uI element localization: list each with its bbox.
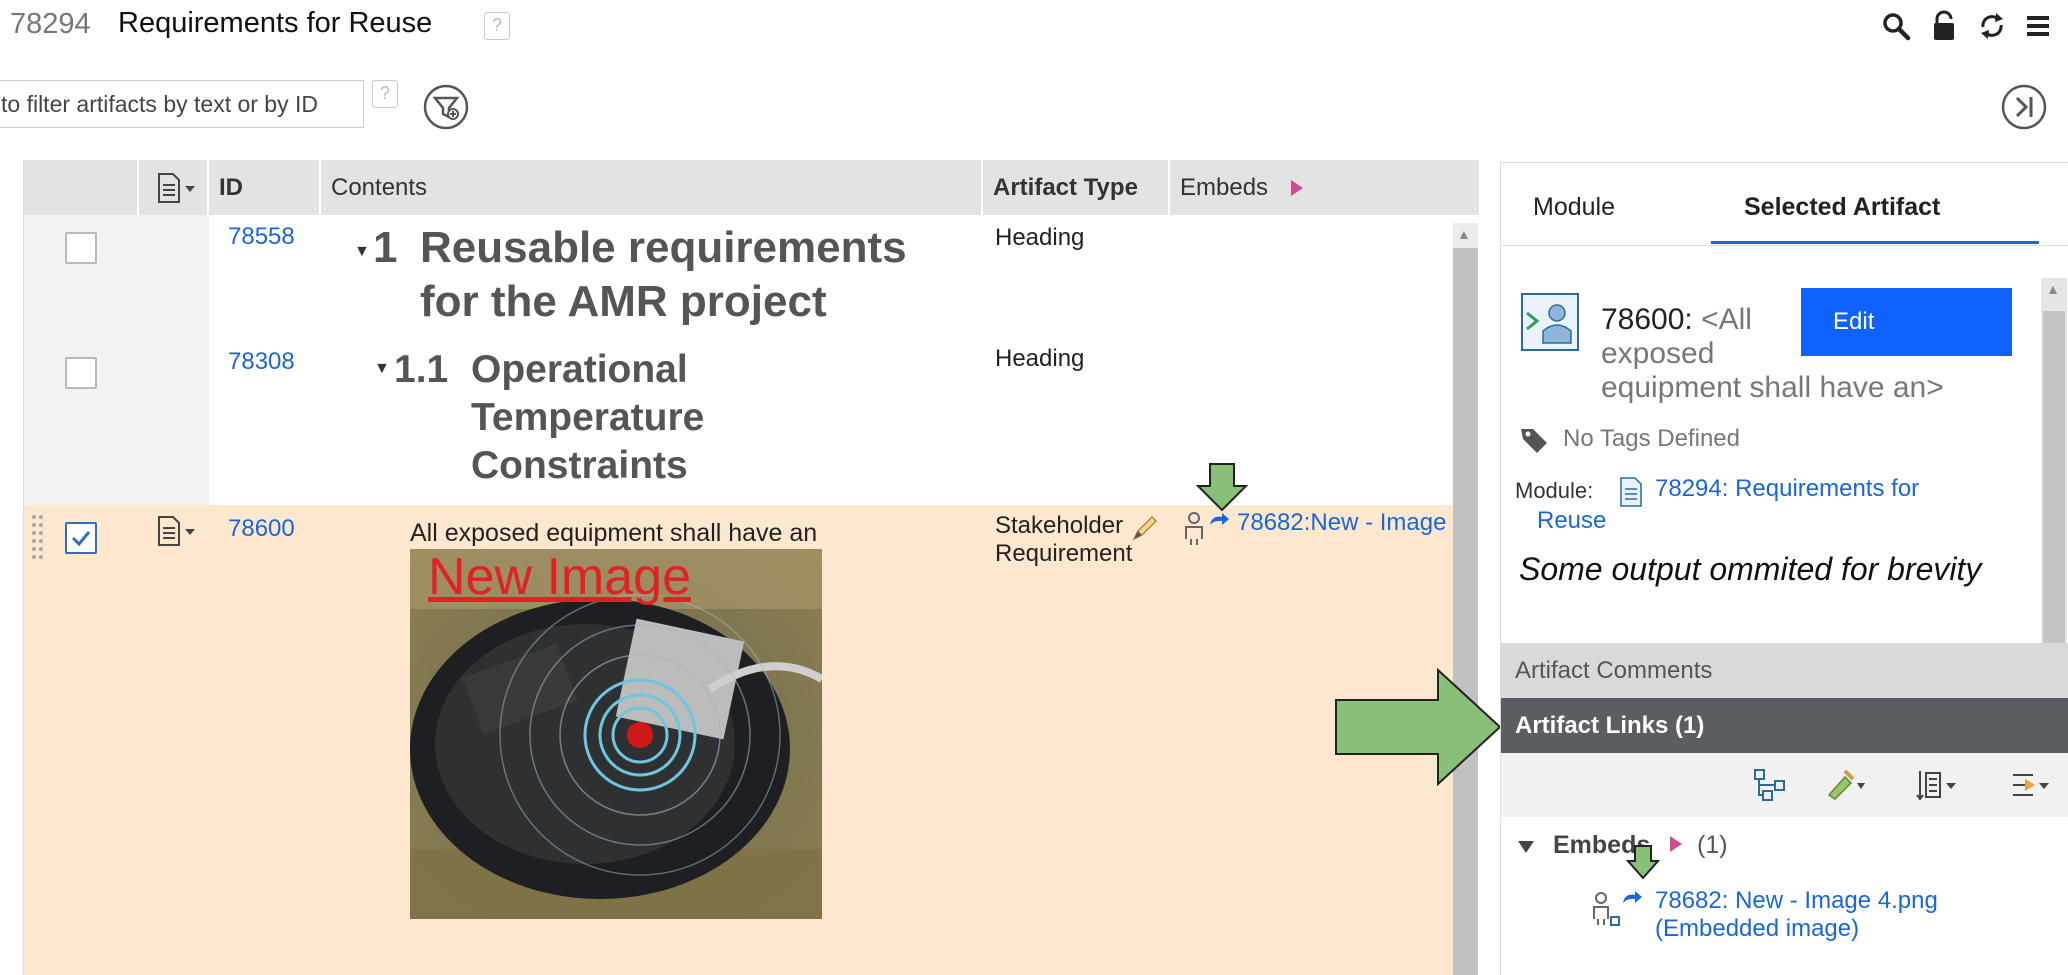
row-checkbox[interactable]: [65, 522, 97, 554]
artifact-title: equipment shall have an>: [1601, 371, 1944, 404]
checkmark-icon: [71, 531, 91, 547]
artifact-type: Stakeholder: [995, 512, 1124, 539]
play-triangle-icon: [1670, 836, 1682, 852]
expand-caret-icon[interactable]: [1517, 840, 1535, 854]
row-checkbox[interactable]: [65, 232, 97, 264]
module-title: Requirements for Reuse: [118, 7, 433, 39]
module-link[interactable]: Reuse: [1537, 507, 1606, 535]
tag-icon: [1521, 429, 1547, 453]
module-document-icon: [1620, 477, 1642, 507]
user-artifact-icon: [1593, 892, 1620, 926]
module-label: Module:: [1515, 478, 1594, 503]
edit-button[interactable]: Edit: [1801, 288, 2012, 356]
artifact-type: Heading: [995, 345, 1085, 372]
artifact-id-link[interactable]: 78308: [228, 348, 295, 376]
heading-text: Reusable requirements: [420, 223, 907, 272]
panel-scrollbar-thumb[interactable]: [2043, 311, 2065, 648]
artifact-type-column-header[interactable]: Artifact Type: [983, 160, 1170, 215]
collapse-caret-icon[interactable]: ▼: [374, 360, 390, 378]
collapse-caret-icon[interactable]: ▼: [354, 243, 370, 261]
stakeholder-requirement-icon: [1521, 293, 1579, 351]
artifact-type: Heading: [995, 224, 1085, 251]
artifact-id: 78600:: [1601, 303, 1693, 336]
annotation-down-arrow: [1626, 845, 1660, 880]
artifact-title: exposed: [1601, 337, 1715, 370]
select-column-header: [24, 160, 139, 215]
collapse-panel-icon[interactable]: [2000, 83, 2048, 131]
artifact-title: <All: [1701, 303, 1752, 336]
artifact-comments-section[interactable]: Artifact Comments: [1501, 643, 2068, 698]
heading-text: for the AMR project: [420, 277, 827, 326]
details-panel: Module Selected Artifact 78600: <All exp…: [1500, 162, 2068, 975]
active-tab-indicator: [1711, 241, 2039, 244]
heading-text: Operational: [471, 348, 688, 391]
table-row[interactable]: 78600 All exposed equipment shall have a…: [24, 505, 1454, 975]
artifact-id-link[interactable]: 78558: [228, 223, 295, 251]
title-help-icon[interactable]: ?: [484, 12, 510, 40]
artifact-heading: 78600: <All exposed: [1601, 303, 1801, 371]
scroll-up-arrow-icon[interactable]: ▲: [1457, 226, 1471, 242]
omitted-note: Some output ommited for brevity: [1519, 551, 1982, 587]
user-artifact-icon: [1185, 512, 1203, 545]
play-triangle-icon: [1291, 180, 1303, 196]
image-caption: New Image: [428, 548, 691, 606]
filter-help-icon[interactable]: ?: [372, 80, 398, 108]
tab-selected-artifact[interactable]: Selected Artifact: [1744, 193, 1940, 222]
links-toolbar: [1501, 753, 2068, 817]
title-bar: 78294 Requirements for Reuse ?: [0, 0, 2068, 52]
annotation-down-arrow: [1196, 463, 1248, 512]
tab-divider: [1501, 245, 2068, 246]
tab-module[interactable]: Module: [1533, 193, 1615, 222]
heading-text: Temperature: [471, 396, 705, 439]
module-link[interactable]: 78294: Requirements for: [1655, 475, 1919, 503]
requirement-text: All exposed equipment shall have an: [410, 519, 818, 547]
module-id: 78294: [10, 8, 91, 40]
heading-number: 1.1: [394, 348, 449, 391]
link-graph-icon[interactable]: [1751, 767, 1795, 803]
search-icon[interactable]: [1880, 10, 1912, 42]
embeds-count: (1): [1697, 831, 1728, 859]
grid-scrollbar-thumb[interactable]: [1453, 248, 1478, 975]
heading-text: Constraints: [471, 444, 688, 487]
pencil-edit-icon[interactable]: [1130, 513, 1160, 543]
table-row[interactable]: 78558 ▼ 1 Reusable requirements for the …: [24, 215, 1454, 340]
grid-body: 78558 ▼ 1 Reusable requirements for the …: [24, 215, 1454, 975]
artifact-grid: ID Contents Artifact Type Embeds 78558 ▼…: [23, 160, 1479, 975]
link-list-icon[interactable]: [1916, 767, 1960, 803]
id-column-header[interactable]: ID: [209, 160, 321, 215]
document-menu-icon[interactable]: [155, 172, 201, 204]
annotation-right-arrow: [1335, 668, 1502, 786]
scroll-up-arrow-icon[interactable]: ▲: [2046, 281, 2060, 297]
embedded-artifact-link[interactable]: 78682: New - Image 4.png: [1655, 887, 1938, 915]
menu-icon[interactable]: [2022, 10, 2054, 42]
embeds-column-header[interactable]: Embeds: [1170, 160, 1479, 215]
link-arrow-icon: [1210, 513, 1229, 525]
row-menu-column-header[interactable]: [139, 160, 209, 215]
embedded-artifact-link[interactable]: 78682:New - Image: [1237, 509, 1446, 537]
embeds-column-label: Embeds: [1180, 174, 1269, 201]
artifact-type: Requirement: [995, 540, 1133, 567]
lock-icon[interactable]: [1928, 10, 1960, 42]
contents-column-header[interactable]: Contents: [321, 160, 983, 215]
row-checkbox[interactable]: [65, 357, 97, 389]
filter-input[interactable]: [0, 80, 364, 128]
embedded-artifact-link[interactable]: (Embedded image): [1655, 915, 1859, 943]
add-link-icon[interactable]: [1823, 767, 1867, 803]
artifact-id-link[interactable]: 78600: [228, 515, 295, 543]
grid-header: ID Contents Artifact Type Embeds: [24, 160, 1479, 215]
tags-status: No Tags Defined: [1563, 425, 1740, 452]
refresh-icon[interactable]: [1976, 10, 2008, 42]
artifact-links-section[interactable]: Artifact Links (1): [1501, 698, 2068, 753]
heading-number: 1: [373, 223, 398, 272]
filter-links-icon[interactable]: [2009, 767, 2053, 803]
document-menu-icon[interactable]: [155, 515, 201, 547]
filter-funnel-icon[interactable]: [422, 83, 470, 131]
drag-handle-icon[interactable]: [30, 513, 46, 559]
link-arrow-icon: [1623, 891, 1642, 903]
